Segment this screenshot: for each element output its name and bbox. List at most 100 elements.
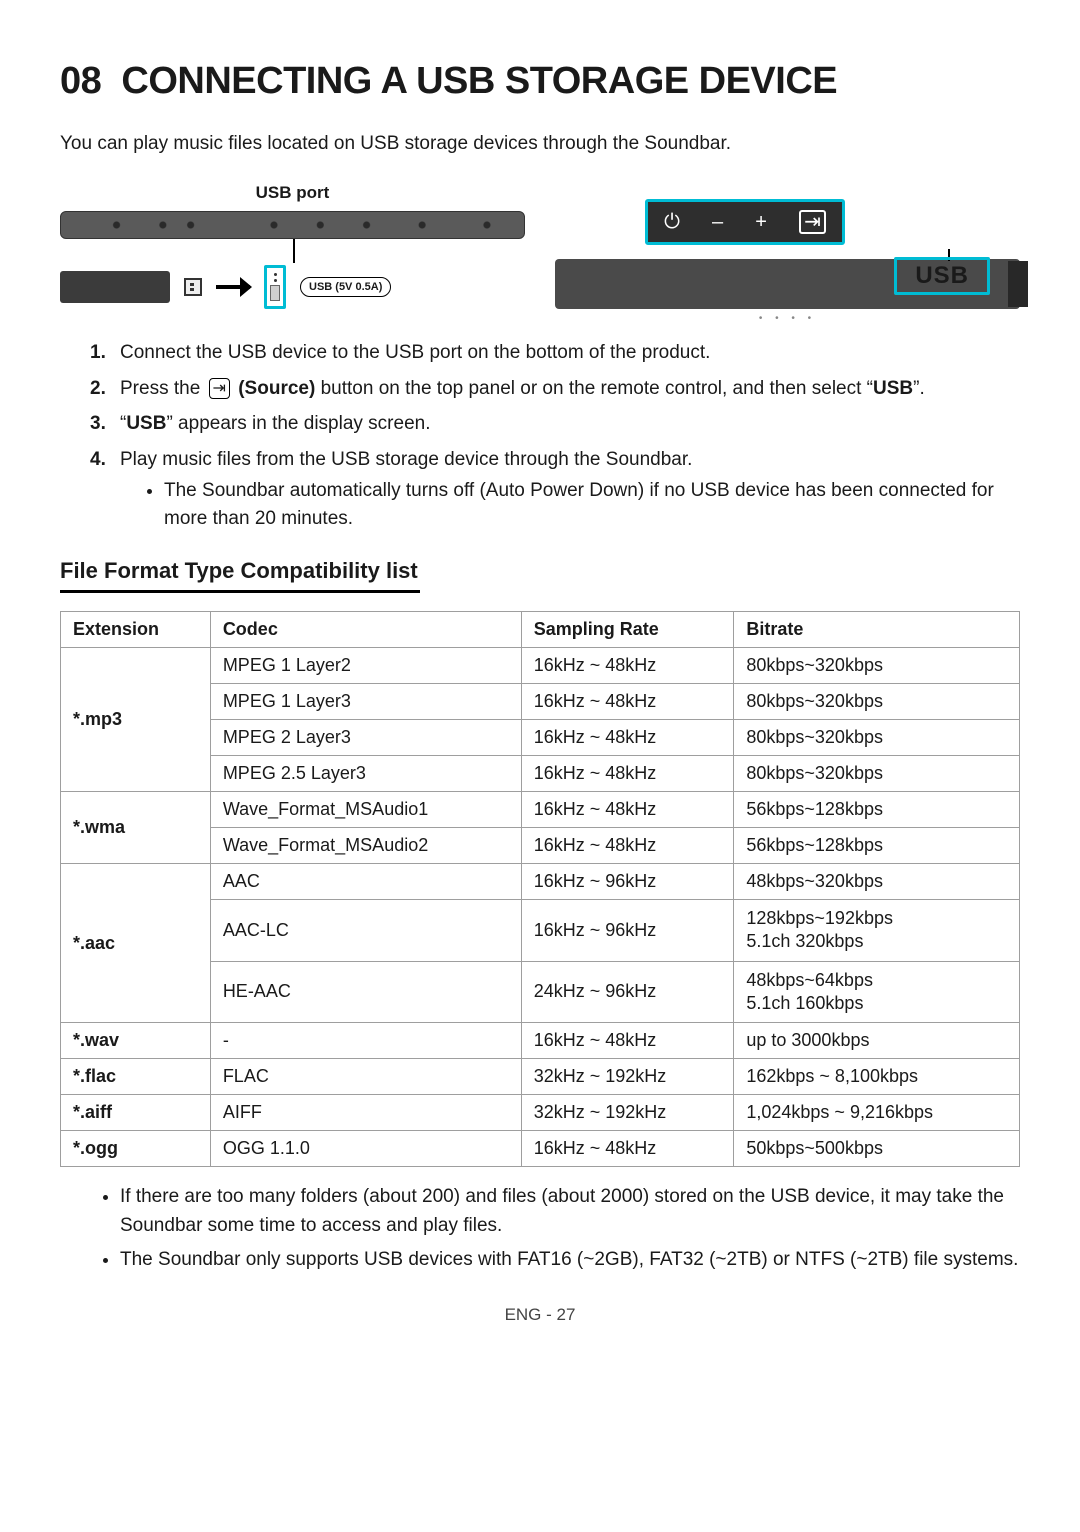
cell-bitrate: 48kbps~320kbps [734,863,1020,899]
cell-extension: *.aiff [61,1095,211,1131]
cell-codec: FLAC [210,1059,521,1095]
diagram-left: USB port USB (5V 0.5A) [60,183,525,309]
cell-codec: OGG 1.1.0 [210,1131,521,1167]
table-row: *.wav-16kHz ~ 48kHzup to 3000kbps [61,1023,1020,1059]
compat-table: Extension Codec Sampling Rate Bitrate *.… [60,611,1020,1168]
cell-codec: MPEG 2.5 Layer3 [210,755,521,791]
usb-port-icon [264,265,286,309]
steps-list: Connect the USB device to the USB port o… [90,339,1020,532]
compat-heading: File Format Type Compatibility list [60,558,1020,584]
table-row: *.aiffAIFF32kHz ~ 192kHz1,024kbps ~ 9,21… [61,1095,1020,1131]
cell-bitrate: 80kbps~320kbps [734,755,1020,791]
cell-sampling: 16kHz ~ 96kHz [521,863,734,899]
usb-stick-icon [60,271,170,303]
cell-bitrate: 162kbps ~ 8,100kbps [734,1059,1020,1095]
soundbar-top-icon [60,211,525,239]
cell-codec: MPEG 2 Layer3 [210,719,521,755]
cell-sampling: 24kHz ~ 96kHz [521,961,734,1023]
cell-bitrate: 48kbps~64kbps5.1ch 160kbps [734,961,1020,1023]
step-4-sub-item: The Soundbar automatically turns off (Au… [164,477,1020,532]
cell-sampling: 16kHz ~ 96kHz [521,899,734,961]
step-3-usb: USB [126,413,166,434]
cell-codec: Wave_Format_MSAudio2 [210,827,521,863]
table-row: *.oggOGG 1.1.016kHz ~ 48kHz50kbps~500kbp… [61,1131,1020,1167]
arrow-right-icon [216,285,250,289]
cell-bitrate: 50kbps~500kbps [734,1131,1020,1167]
cell-extension: *.ogg [61,1131,211,1167]
heading-underline [60,590,420,593]
display-usb-box: USB [894,257,990,295]
table-row: *.aacAAC16kHz ~ 96kHz48kbps~320kbps [61,863,1020,899]
cell-extension: *.wav [61,1023,211,1059]
step-2: Press the ⇥ (Source) button on the top p… [90,375,1020,403]
source-button-icon: ⇥ [799,210,826,234]
plus-icon: + [755,211,767,234]
callout-line [293,239,295,263]
step-3-text-b: ” appears in the display screen. [166,413,430,434]
usb-insert-row: USB (5V 0.5A) [60,265,525,309]
cell-sampling: 16kHz ~ 48kHz [521,647,734,683]
cell-bitrate: 56kbps~128kbps [734,827,1020,863]
cell-bitrate: up to 3000kbps [734,1023,1020,1059]
step-2-text-c: ”. [913,378,925,399]
cell-bitrate: 80kbps~320kbps [734,647,1020,683]
control-panel-icon: ⏻ – + ⇥ [645,199,845,245]
chapter-title: 08 CONNECTING A USB STORAGE DEVICE [60,60,1020,103]
cell-codec: Wave_Format_MSAudio1 [210,791,521,827]
step-4-sub: The Soundbar automatically turns off (Au… [164,477,1020,532]
page-footer: ENG - 27 [60,1305,1020,1325]
cell-codec: AAC-LC [210,899,521,961]
cell-sampling: 16kHz ~ 48kHz [521,827,734,863]
diagram-area: USB port USB (5V 0.5A) ⏻ – + ⇥ • • • • U… [60,183,1020,309]
cell-codec: AAC [210,863,521,899]
th-sampling: Sampling Rate [521,611,734,647]
step-4: Play music files from the USB storage de… [90,446,1020,533]
step-3: “USB” appears in the display screen. [90,410,1020,438]
source-inline-icon: ⇥ [209,378,230,399]
cell-sampling: 16kHz ~ 48kHz [521,683,734,719]
note-2: The Soundbar only supports USB devices w… [120,1246,1020,1275]
cell-sampling: 16kHz ~ 48kHz [521,1023,734,1059]
step-4-text: Play music files from the USB storage de… [120,449,692,470]
cell-bitrate: 128kbps~192kbps5.1ch 320kbps [734,899,1020,961]
diagram-right: ⏻ – + ⇥ • • • • USB [555,199,1020,309]
notes-list: If there are too many folders (about 200… [120,1183,1020,1275]
cell-codec: HE-AAC [210,961,521,1023]
cell-bitrate: 80kbps~320kbps [734,719,1020,755]
chapter-title-text: CONNECTING A USB STORAGE DEVICE [121,60,837,102]
step-2-text-b: button on the top panel or on the remote… [315,378,873,399]
cell-extension: *.aac [61,863,211,1023]
usb-tip-icon [184,278,202,296]
cell-sampling: 32kHz ~ 192kHz [521,1095,734,1131]
cell-codec: MPEG 1 Layer2 [210,647,521,683]
usb-port-label: USB port [60,183,525,203]
cell-sampling: 16kHz ~ 48kHz [521,791,734,827]
cell-sampling: 16kHz ~ 48kHz [521,719,734,755]
step-1-text: Connect the USB device to the USB port o… [120,342,710,363]
th-extension: Extension [61,611,211,647]
dots-icon: • • • • [759,313,816,324]
step-2-usb: USB [873,378,913,399]
cell-extension: *.flac [61,1059,211,1095]
note-1: If there are too many folders (about 200… [120,1183,1020,1240]
step-1: Connect the USB device to the USB port o… [90,339,1020,367]
cell-bitrate: 80kbps~320kbps [734,683,1020,719]
step-2-text-a: Press the [120,378,206,399]
usb-power-caption: USB (5V 0.5A) [300,277,391,297]
table-row: *.flacFLAC32kHz ~ 192kHz162kbps ~ 8,100k… [61,1059,1020,1095]
cell-sampling: 32kHz ~ 192kHz [521,1059,734,1095]
cell-bitrate: 56kbps~128kbps [734,791,1020,827]
cell-codec: AIFF [210,1095,521,1131]
cell-bitrate: 1,024kbps ~ 9,216kbps [734,1095,1020,1131]
cell-extension: *.mp3 [61,647,211,791]
cell-codec: MPEG 1 Layer3 [210,683,521,719]
power-icon: ⏻ [664,211,680,234]
table-row: *.wmaWave_Format_MSAudio116kHz ~ 48kHz56… [61,791,1020,827]
step-2-source-label: (Source) [238,378,315,399]
cell-sampling: 16kHz ~ 48kHz [521,1131,734,1167]
th-bitrate: Bitrate [734,611,1020,647]
minus-icon: – [712,211,723,234]
cell-extension: *.wma [61,791,211,863]
chapter-number: 08 [60,60,101,102]
cell-codec: - [210,1023,521,1059]
